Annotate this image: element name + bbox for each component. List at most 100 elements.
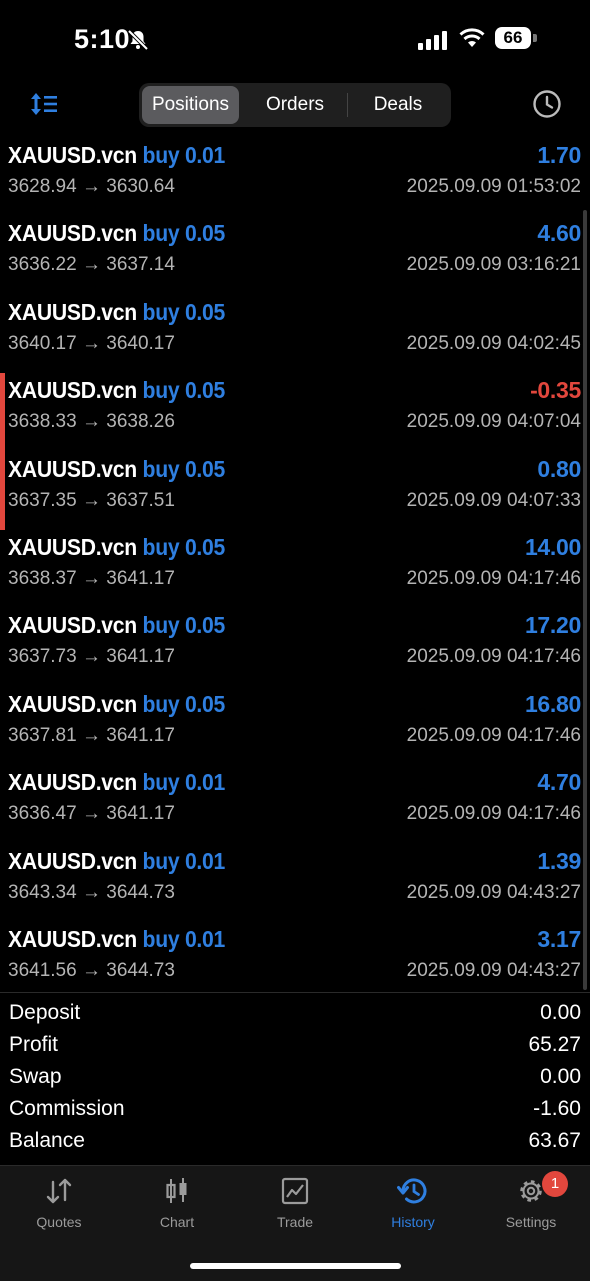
position-time: 2025.09.09 04:17:46 [406,803,581,825]
position-time: 2025.09.09 04:17:46 [406,724,581,746]
open-price: 3638.37 [8,567,77,589]
position-side-volume: buy 0.05 [142,377,226,404]
commission-label: Commission [9,1097,125,1120]
list-scrollbar[interactable] [583,210,587,990]
summary-row-balance: Balance 63.67 [0,1127,590,1159]
open-price: 3641.56 [8,959,77,981]
commission-value: -1.60 [533,1097,581,1120]
position-prices: 3637.81 → 3641.17 [8,724,175,746]
open-price: 3643.34 [8,881,77,903]
position-title: XAUUSD.vcn buy 0.05 [8,377,225,404]
tab-orders[interactable]: Orders [243,86,347,124]
position-row[interactable]: XAUUSD.vcn buy 0.05 16.80 3637.81 → 3641… [0,687,590,765]
position-profit: 1.39 [537,847,581,874]
position-side-volume: buy 0.05 [142,612,226,639]
position-title: XAUUSD.vcn buy 0.05 [8,534,225,561]
summary-row-swap: Swap 0.00 [0,1063,590,1095]
position-profit: 1.70 [537,142,581,168]
balance-value: 63.67 [528,1129,581,1152]
history-icon [397,1178,427,1204]
sort-icon[interactable] [30,91,58,117]
open-price: 3628.94 [8,176,77,197]
position-side-volume: buy 0.01 [142,925,226,952]
position-prices: 3636.47 → 3641.17 [8,803,175,825]
nav-trade[interactable]: Trade [236,1176,354,1246]
position-title: XAUUSD.vcn buy 0.01 [8,848,225,875]
position-prices: 3636.22 → 3637.14 [8,254,175,276]
wifi-icon [459,28,485,47]
tab-positions[interactable]: Positions [142,86,239,124]
close-price: 3644.73 [106,881,175,903]
nav-settings[interactable]: Settings 1 [472,1171,590,1246]
position-time: 2025.09.09 01:53:02 [406,176,581,197]
position-row[interactable]: XAUUSD.vcn buy 0.05 0.80 3637.35 → 3637.… [0,451,590,530]
position-time: 2025.09.09 04:07:33 [406,489,581,511]
nav-label-settings: Settings [505,1214,557,1230]
summary-row-profit: Profit 65.27 [0,1031,590,1063]
position-symbol: XAUUSD.vcn [8,690,137,717]
profit-value: 65.27 [528,1033,581,1056]
position-profit: 0.80 [537,455,581,482]
balance-label: Balance [9,1129,85,1152]
trade-chart-icon [281,1177,309,1205]
position-side-volume: buy 0.01 [142,142,226,168]
position-side-volume: buy 0.05 [142,690,226,717]
nav-history[interactable]: History [354,1176,472,1246]
status-time: 5:10 [74,24,131,54]
position-prices: 3638.37 → 3641.17 [8,567,175,589]
position-row[interactable]: XAUUSD.vcn buy 0.05 4.60 3636.22 → 3637.… [0,216,590,294]
position-row[interactable]: XAUUSD.vcn buy 0.01 3.17 3641.56 → 3644.… [0,922,590,1000]
position-row[interactable]: XAUUSD.vcn buy 0.01 1.70 3628.94 → 3630.… [0,138,590,216]
clock-icon[interactable] [532,89,562,119]
position-row[interactable]: XAUUSD.vcn buy 0.05 14.00 3638.37 → 3641… [0,530,590,608]
position-time: 2025.09.09 03:16:21 [406,254,581,276]
position-title: XAUUSD.vcn buy 0.01 [8,769,225,796]
signal-icon [418,31,447,50]
position-symbol: XAUUSD.vcn [8,142,137,168]
swap-value: 0.00 [540,1065,581,1088]
nav-chart[interactable]: Chart [118,1176,236,1246]
position-time: 2025.09.09 04:43:27 [406,881,581,903]
position-prices: 3643.34 → 3644.73 [8,881,175,903]
tab-deals[interactable]: Deals [348,86,448,124]
position-row[interactable]: XAUUSD.vcn buy 0.05 -0.35 3638.33 → 3638… [0,373,590,452]
position-symbol: XAUUSD.vcn [8,455,137,482]
position-side-volume: buy 0.01 [142,847,226,874]
open-price: 3636.22 [8,254,77,276]
nav-label-history: History [391,1214,435,1230]
nav-label-quotes: Quotes [36,1214,82,1230]
position-symbol: XAUUSD.vcn [8,847,137,874]
close-price: 3637.51 [106,489,175,511]
position-prices: 3640.17 → 3640.17 [8,332,175,354]
position-profit: 14.00 [524,533,581,560]
close-price: 3640.17 [106,332,175,354]
home-indicator[interactable] [190,1263,401,1269]
position-time: 2025.09.09 04:17:46 [406,646,581,668]
position-profit: 4.60 [537,220,581,247]
deposit-value: 0.00 [540,1001,581,1024]
position-row[interactable]: XAUUSD.vcn buy 0.01 4.70 3636.47 → 3641.… [0,765,590,843]
position-title: XAUUSD.vcn buy 0.01 [8,142,225,169]
summary-row-deposit: Deposit 0.00 [0,999,590,1031]
nav-quotes[interactable]: Quotes [0,1176,118,1246]
open-price: 3638.33 [8,411,77,433]
position-row[interactable]: XAUUSD.vcn buy 0.01 1.39 3643.34 → 3644.… [0,844,590,922]
position-symbol: XAUUSD.vcn [8,298,137,325]
position-symbol: XAUUSD.vcn [8,533,137,560]
position-row[interactable]: XAUUSD.vcn buy 0.05 3640.17 → 3640.17 20… [0,295,590,373]
position-side-volume: buy 0.05 [142,298,226,325]
nav-label-trade: Trade [276,1214,314,1230]
close-price: 3641.17 [106,646,175,668]
swap-label: Swap [9,1065,62,1088]
quotes-arrows-icon [46,1178,72,1204]
selection-marker [0,451,5,530]
position-profit: 4.70 [537,769,581,796]
position-title: XAUUSD.vcn buy 0.05 [8,456,225,483]
position-row[interactable]: XAUUSD.vcn buy 0.05 17.20 3637.73 → 3641… [0,608,590,686]
position-time: 2025.09.09 04:02:45 [406,332,581,354]
open-price: 3637.35 [8,489,77,511]
settings-badge: 1 [542,1171,568,1197]
close-price: 3641.17 [106,803,175,825]
position-prices: 3637.35 → 3637.51 [8,489,175,511]
position-title: XAUUSD.vcn buy 0.05 [8,612,225,639]
